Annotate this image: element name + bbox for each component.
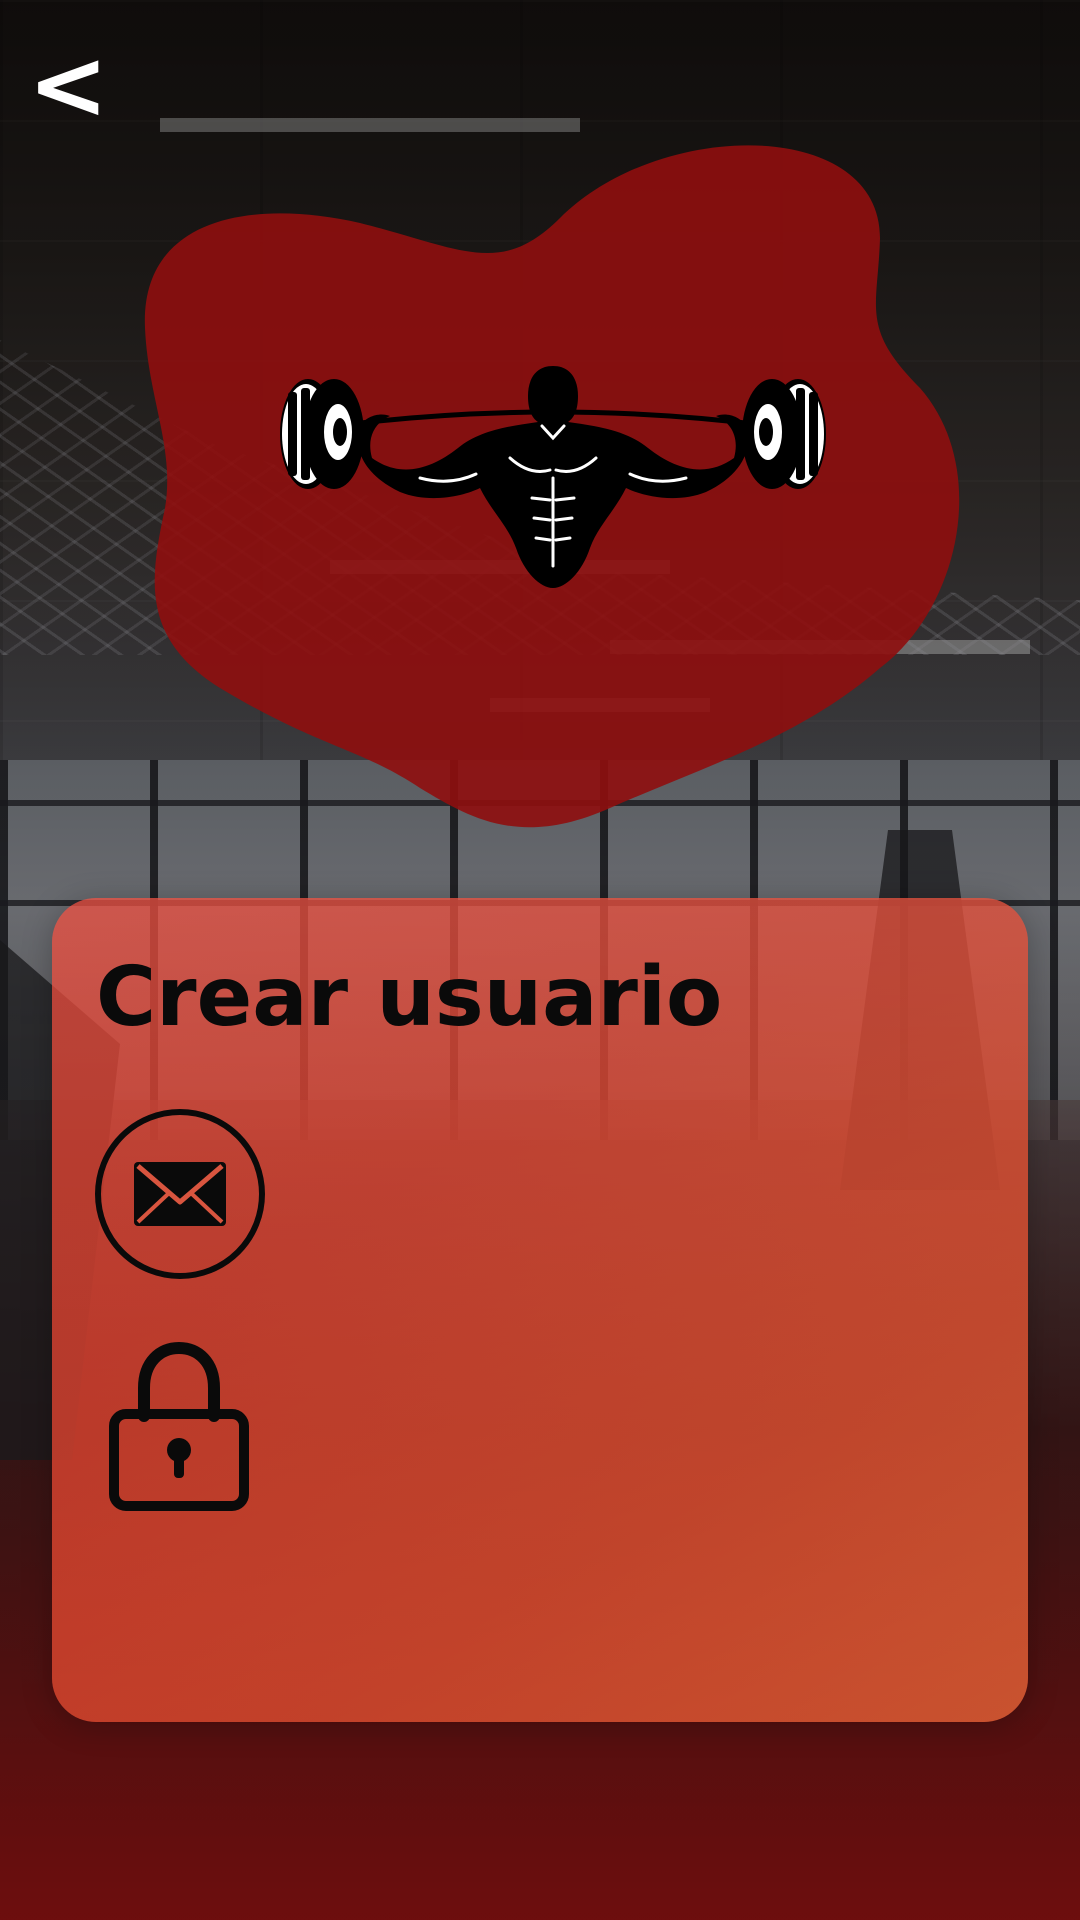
create-user-card: Crear usuario <box>52 898 1028 1722</box>
bodybuilder-barbell-icon <box>280 366 826 588</box>
password-field[interactable] <box>94 1338 984 1514</box>
email-input[interactable] <box>304 1148 968 1240</box>
envelope-icon <box>95 1109 265 1279</box>
page-title: Crear usuario <box>96 950 723 1045</box>
back-button[interactable]: < <box>28 37 108 133</box>
email-field[interactable] <box>94 1108 984 1280</box>
lock-icon <box>109 1341 249 1511</box>
password-input[interactable] <box>304 1378 968 1470</box>
